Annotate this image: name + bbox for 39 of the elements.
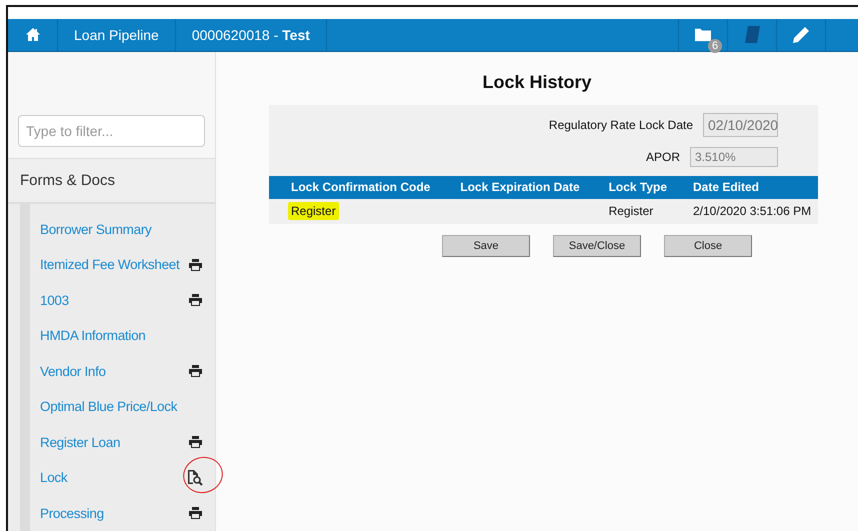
table-cell: Register	[608, 204, 654, 218]
folder-icon	[695, 27, 711, 42]
pencil-icon	[793, 26, 809, 43]
book-icon	[744, 26, 760, 44]
action-button[interactable]: Close	[664, 234, 752, 256]
count-badge: 6	[708, 39, 722, 54]
sidebar-link[interactable]: Itemized Fee Worksheet	[40, 257, 180, 272]
field-label: APOR	[646, 150, 680, 164]
nav-link[interactable]: Loan Pipeline	[58, 19, 176, 50]
sidebar-link[interactable]: HMDA Information	[40, 328, 146, 344]
printer-icon[interactable]	[188, 365, 202, 378]
printer-icon[interactable]	[188, 258, 202, 271]
table-cell: Register	[288, 202, 339, 220]
printer-icon[interactable]	[188, 436, 202, 448]
field-label: Regulatory Rate Lock Date	[548, 118, 693, 132]
column-header: Lock Confirmation Code	[269, 176, 438, 198]
table-cell: 2/10/2020 3:51:06 PM	[693, 204, 812, 218]
sidebar-link[interactable]: Register Loan	[40, 434, 120, 450]
sidebar-link[interactable]: Borrower Summary	[40, 222, 152, 237]
sidebar-link[interactable]: Processing	[40, 506, 104, 521]
date-field[interactable]: 02/10/2020	[703, 112, 778, 136]
page-title: Lock History	[482, 72, 592, 92]
column-header: Lock Type	[586, 176, 671, 198]
section-header[interactable]: Forms & Docs	[8, 158, 215, 204]
sidebar-link[interactable]: Optimal Blue Price/Lock	[40, 399, 178, 414]
printer-icon[interactable]	[188, 294, 202, 306]
sidebar-link[interactable]: 1003	[40, 292, 69, 308]
column-header: Date Edited	[671, 176, 818, 198]
action-button[interactable]: Save/Close	[553, 234, 641, 256]
filter-field[interactable]: Type to filter...	[18, 114, 205, 146]
home-icon	[26, 28, 40, 42]
loan-title[interactable]: 0000620018 - Test	[176, 19, 327, 50]
column-header: Lock Expiration Date	[438, 176, 587, 198]
rate-field[interactable]: 3.510%	[690, 146, 778, 166]
sidebar-link[interactable]: Lock	[40, 470, 68, 486]
action-button[interactable]: Save	[442, 234, 530, 256]
printer-icon[interactable]	[188, 507, 202, 520]
document-search-icon[interactable]	[187, 470, 203, 486]
sidebar-link[interactable]: Vendor Info	[40, 364, 106, 379]
